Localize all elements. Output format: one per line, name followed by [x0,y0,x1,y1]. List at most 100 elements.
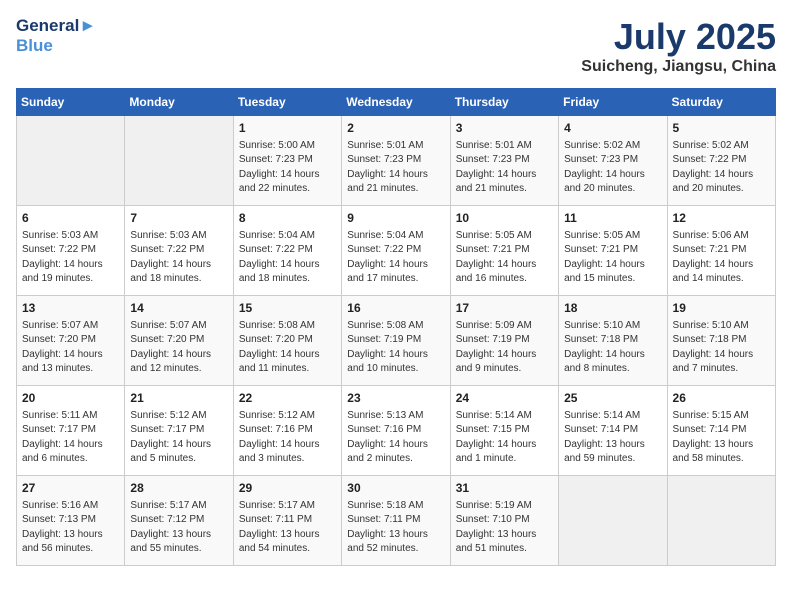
day-number: 5 [673,120,770,137]
location-title: Suicheng, Jiangsu, China [581,58,776,76]
calendar-cell: 24 Sunrise: 5:14 AMSunset: 7:15 PMDayligh… [450,386,558,476]
calendar-cell: 4 Sunrise: 5:02 AMSunset: 7:23 PMDaylight… [559,116,667,206]
day-number: 16 [347,300,444,317]
calendar-cell: 26 Sunrise: 5:15 AMSunset: 7:14 PMDayligh… [667,386,775,476]
weekday-header-row: SundayMondayTuesdayWednesdayThursdayFrid… [17,89,776,116]
weekday-header: Tuesday [233,89,341,116]
day-info: Sunrise: 5:08 AMSunset: 7:19 PMDaylight:… [347,319,444,377]
calendar-cell: 6 Sunrise: 5:03 AMSunset: 7:22 PMDaylight… [17,206,125,296]
calendar-cell: 12Sunrise: 5:06 AMSunset: 7:21 PMDayligh… [667,206,775,296]
day-number: 31 [456,480,553,497]
day-info: Sunrise: 5:09 AMSunset: 7:19 PMDaylight:… [456,319,553,377]
day-info: Sunrise: 5:16 AMSunset: 7:13 PMDaylight:… [22,499,119,557]
day-number: 14 [130,300,227,317]
calendar-cell: 21 Sunrise: 5:12 AMSunset: 7:17 PMDayligh… [125,386,233,476]
calendar-cell: 19Sunrise: 5:10 AMSunset: 7:18 PMDayligh… [667,296,775,386]
calendar-week-row: 13 Sunrise: 5:07 AMSunset: 7:20 PMDayligh… [17,296,776,386]
day-number: 29 [239,480,336,497]
calendar-cell: 9Sunrise: 5:04 AMSunset: 7:22 PMDaylight… [342,206,450,296]
weekday-header: Thursday [450,89,558,116]
day-number: 24 [456,390,553,407]
day-number: 22 [239,390,336,407]
day-info: Sunrise: 5:17 AMSunset: 7:12 PMDaylight:… [130,499,227,557]
day-info: Sunrise: 5:03 AMSunset: 7:22 PMDaylight:… [22,229,119,287]
logo: General► Blue [16,16,96,57]
day-info: Sunrise: 5:01 AMSunset: 7:23 PMDaylight:… [347,139,444,197]
day-number: 18 [564,300,661,317]
calendar-week-row: 20 Sunrise: 5:11 AMSunset: 7:17 PMDayligh… [17,386,776,476]
day-info: Sunrise: 5:12 AMSunset: 7:17 PMDaylight:… [130,409,227,467]
day-info: Sunrise: 5:05 AMSunset: 7:21 PMDaylight:… [564,229,661,287]
day-info: Sunrise: 5:01 AMSunset: 7:23 PMDaylight:… [456,139,553,197]
day-info: Sunrise: 5:07 AMSunset: 7:20 PMDaylight:… [130,319,227,377]
calendar-cell: 15Sunrise: 5:08 AMSunset: 7:20 PMDayligh… [233,296,341,386]
title-block: July 2025 Suicheng, Jiangsu, China [581,16,776,76]
day-info: Sunrise: 5:14 AMSunset: 7:15 PMDaylight:… [456,409,553,467]
weekday-header: Sunday [17,89,125,116]
day-info: Sunrise: 5:14 AMSunset: 7:14 PMDaylight:… [564,409,661,467]
day-info: Sunrise: 5:02 AMSunset: 7:23 PMDaylight:… [564,139,661,197]
calendar-cell: 16 Sunrise: 5:08 AMSunset: 7:19 PMDayligh… [342,296,450,386]
day-number: 20 [22,390,119,407]
calendar-cell: 2 Sunrise: 5:01 AMSunset: 7:23 PMDaylight… [342,116,450,206]
day-info: Sunrise: 5:15 AMSunset: 7:14 PMDaylight:… [673,409,770,467]
calendar-week-row: 27 Sunrise: 5:16 AMSunset: 7:13 PMDayligh… [17,476,776,566]
day-number: 4 [564,120,661,137]
day-number: 7 [130,210,227,227]
day-number: 11 [564,210,661,227]
calendar-cell [125,116,233,206]
day-number: 2 [347,120,444,137]
calendar-cell [667,476,775,566]
day-info: Sunrise: 5:13 AMSunset: 7:16 PMDaylight:… [347,409,444,467]
calendar-cell: 25 Sunrise: 5:14 AMSunset: 7:14 PMDayligh… [559,386,667,476]
day-number: 28 [130,480,227,497]
day-info: Sunrise: 5:00 AMSunset: 7:23 PMDaylight:… [239,139,336,197]
calendar-cell: 29Sunrise: 5:17 AMSunset: 7:11 PMDayligh… [233,476,341,566]
day-info: Sunrise: 5:03 AMSunset: 7:22 PMDaylight:… [130,229,227,287]
day-info: Sunrise: 5:11 AMSunset: 7:17 PMDaylight:… [22,409,119,467]
page-header: General► Blue July 2025 Suicheng, Jiangs… [16,16,776,76]
day-number: 3 [456,120,553,137]
day-number: 25 [564,390,661,407]
day-number: 13 [22,300,119,317]
day-info: Sunrise: 5:04 AMSunset: 7:22 PMDaylight:… [347,229,444,287]
day-number: 27 [22,480,119,497]
calendar-cell [559,476,667,566]
calendar-cell: 5 Sunrise: 5:02 AMSunset: 7:22 PMDaylight… [667,116,775,206]
calendar-cell: 1 Sunrise: 5:00 AMSunset: 7:23 PMDaylight… [233,116,341,206]
day-info: Sunrise: 5:04 AMSunset: 7:22 PMDaylight:… [239,229,336,287]
day-info: Sunrise: 5:12 AMSunset: 7:16 PMDaylight:… [239,409,336,467]
weekday-header: Wednesday [342,89,450,116]
day-info: Sunrise: 5:05 AMSunset: 7:21 PMDaylight:… [456,229,553,287]
calendar-cell: 3 Sunrise: 5:01 AMSunset: 7:23 PMDaylight… [450,116,558,206]
day-number: 10 [456,210,553,227]
calendar-cell: 22 Sunrise: 5:12 AMSunset: 7:16 PMDayligh… [233,386,341,476]
day-info: Sunrise: 5:18 AMSunset: 7:11 PMDaylight:… [347,499,444,557]
month-title: July 2025 [581,16,776,58]
calendar-cell: 11 Sunrise: 5:05 AMSunset: 7:21 PMDayligh… [559,206,667,296]
day-info: Sunrise: 5:07 AMSunset: 7:20 PMDaylight:… [22,319,119,377]
day-info: Sunrise: 5:10 AMSunset: 7:18 PMDaylight:… [564,319,661,377]
day-number: 6 [22,210,119,227]
weekday-header: Monday [125,89,233,116]
logo-subtext: Blue [16,36,96,56]
day-number: 19 [673,300,770,317]
calendar-cell [17,116,125,206]
calendar-cell: 28 Sunrise: 5:17 AMSunset: 7:12 PMDayligh… [125,476,233,566]
logo-text: General► [16,16,96,36]
day-number: 21 [130,390,227,407]
weekday-header: Friday [559,89,667,116]
calendar-cell: 10 Sunrise: 5:05 AMSunset: 7:21 PMDayligh… [450,206,558,296]
day-number: 23 [347,390,444,407]
day-info: Sunrise: 5:19 AMSunset: 7:10 PMDaylight:… [456,499,553,557]
calendar-cell: 8 Sunrise: 5:04 AMSunset: 7:22 PMDaylight… [233,206,341,296]
calendar-week-row: 1 Sunrise: 5:00 AMSunset: 7:23 PMDaylight… [17,116,776,206]
day-number: 15 [239,300,336,317]
calendar-cell: 13 Sunrise: 5:07 AMSunset: 7:20 PMDayligh… [17,296,125,386]
day-number: 1 [239,120,336,137]
day-info: Sunrise: 5:02 AMSunset: 7:22 PMDaylight:… [673,139,770,197]
day-number: 26 [673,390,770,407]
day-number: 8 [239,210,336,227]
calendar-week-row: 6 Sunrise: 5:03 AMSunset: 7:22 PMDaylight… [17,206,776,296]
day-number: 12 [673,210,770,227]
